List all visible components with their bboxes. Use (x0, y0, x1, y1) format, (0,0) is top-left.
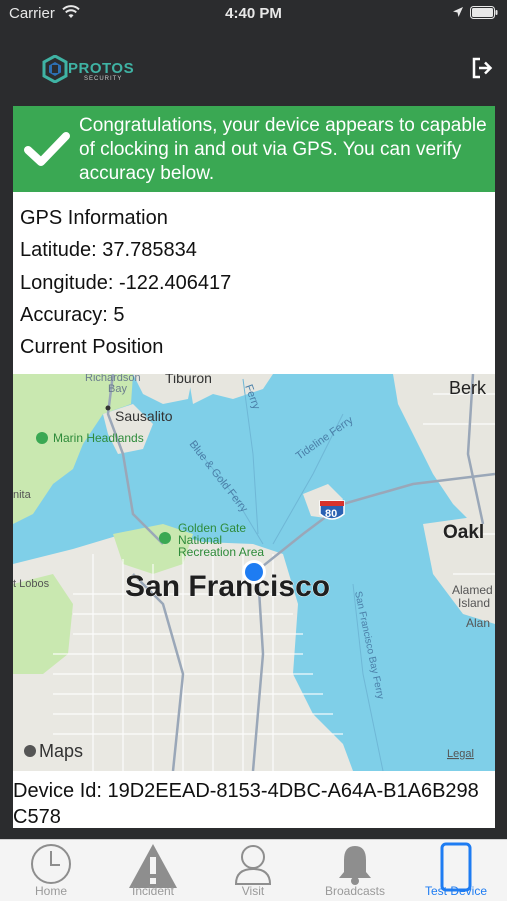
logo-sub-text: SECURITY (84, 76, 123, 82)
map-label-nita: nita (13, 489, 32, 501)
current-position-label: Current Position (20, 336, 164, 359)
map-city-label: San Francisco (125, 570, 330, 603)
map-label-oakl: Oakl (443, 522, 484, 543)
tab-bar: Home Incident Visit Broadcasts Test Devi… (0, 839, 507, 901)
tab-visit[interactable]: Visit (203, 840, 303, 901)
tab-test-device-label: Test Device (424, 884, 488, 898)
tab-broadcasts-label: Broadcasts (324, 884, 386, 898)
tab-incident[interactable]: Incident (103, 840, 203, 901)
success-message: Congratulations, your device appears to … (79, 115, 487, 184)
map-view[interactable]: Richardson Bay Tiburon Sausalito Marin H… (13, 374, 495, 771)
logo-brand-text: PROTOS (68, 60, 135, 77)
warning-icon (129, 844, 177, 888)
map-label-berk: Berk (449, 378, 487, 398)
success-banner: Congratulations, your device appears to … (13, 106, 495, 192)
tab-test-device[interactable]: Test Device (406, 840, 506, 901)
person-icon (234, 845, 272, 885)
map-label-sausalito: Sausalito (115, 408, 173, 424)
map-label-lobos: t Lobos (13, 578, 50, 590)
location-arrow-icon (453, 7, 463, 17)
checkmark-icon (24, 132, 70, 166)
clock-icon (31, 844, 71, 884)
tab-home[interactable]: Home (1, 840, 101, 901)
current-location-marker (242, 560, 266, 584)
map-label-alan: Alan (466, 616, 490, 630)
accuracy-value: Accuracy: 5 (20, 303, 125, 326)
map-label-tiburon: Tiburon (165, 374, 212, 386)
map-label-golden-gate-3: Recreation Area (178, 545, 264, 559)
maps-label: Maps (39, 741, 83, 761)
map-highway-shield-text: 80 (325, 508, 337, 520)
map-label-marin: Marin Headlands (53, 431, 144, 445)
logout-icon[interactable] (470, 56, 494, 80)
longitude-value: Longitude: -122.406417 (20, 271, 232, 294)
latitude-value: Latitude: 37.785834 (20, 239, 197, 262)
tab-incident-label: Incident (131, 884, 175, 898)
status-time: 4:40 PM (225, 5, 282, 22)
tab-home-label: Home (34, 884, 67, 898)
device-id: Device Id: 19D2EEAD-8153-4DBC-A64A-B1A6B… (13, 780, 479, 828)
gps-heading: GPS Information (20, 207, 168, 229)
map-label-island: Island (458, 596, 490, 610)
map-label-alameda: Alamed (452, 583, 493, 597)
status-bar: Carrier 4:40 PM (0, 0, 507, 28)
map-label-sf-bay-ferry: San Francisco Bay Ferry (352, 590, 386, 700)
app-header: PROTOS SECURITY (0, 28, 507, 106)
map-label-tideline: Tideline Ferry (294, 414, 356, 462)
bell-icon (339, 846, 371, 885)
tab-visit-label: Visit (241, 884, 265, 898)
tab-broadcasts[interactable]: Broadcasts (305, 840, 405, 901)
content-card: Congratulations, your device appears to … (13, 106, 495, 828)
map-label-bay: Bay (108, 383, 127, 395)
legal-link[interactable]: Legal (447, 748, 474, 760)
map-label-blue-gold: Blue & Gold Ferry (187, 438, 251, 515)
battery-icon (470, 6, 498, 19)
gps-info: GPS Information Latitude: 37.785834 Long… (20, 202, 231, 363)
